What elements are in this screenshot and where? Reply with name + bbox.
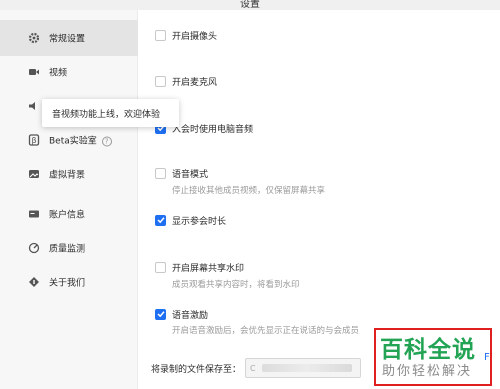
image-icon: [28, 168, 40, 180]
monitor-icon: [28, 242, 40, 254]
sidebar-item-quality-monitor[interactable]: 质量监测: [0, 230, 138, 266]
title-bar: 设置: [0, 0, 500, 10]
save-path-field[interactable]: C: [245, 358, 362, 378]
recording-save-location: 将录制的文件保存至： C: [151, 358, 362, 378]
checkmark-icon: [156, 311, 165, 318]
video-camera-icon: [28, 66, 40, 78]
info-icon: [28, 276, 40, 288]
window-title: 设置: [240, 0, 260, 10]
voice-mode-description: 停止接收其他成员视频，仅保留屏幕共享: [172, 186, 326, 196]
show-duration-checkbox[interactable]: [155, 214, 166, 226]
sidebar-item-video[interactable]: 视频: [0, 54, 138, 90]
option-share-watermark: 开启屏幕共享水印: [155, 260, 244, 274]
speaker-icon: [28, 100, 40, 112]
sidebar-item-account[interactable]: 账户信息: [0, 196, 138, 232]
sidebar-item-label: 质量监测: [49, 244, 86, 255]
edge-glyph: F: [484, 352, 490, 363]
voice-mode-checkbox[interactable]: [155, 167, 166, 179]
option-voice-excitation: 语音激励: [155, 307, 208, 321]
option-label: 开启摄像头: [172, 31, 218, 42]
watermark-title: 百科全说: [380, 337, 476, 363]
enable-camera-checkbox[interactable]: [155, 29, 166, 41]
new-feature-tooltip: 音视频功能上线，欢迎体验: [42, 99, 179, 127]
gear-icon: [28, 32, 40, 44]
share-watermark-checkbox[interactable]: [155, 261, 166, 273]
voice-excitation-description: 开启语音激励后，会优先显示正在说话的与会成员: [172, 326, 360, 336]
site-watermark: 百科全说 助你轻松解决: [370, 324, 498, 386]
option-enable-camera: 开启摄像头: [155, 28, 217, 42]
sidebar-item-label: 关于我们: [49, 278, 86, 289]
blurred-path: [261, 364, 352, 372]
option-show-duration: 显示参会时长: [155, 213, 226, 227]
share-watermark-description: 成员观看共享内容时，将看到水印: [172, 280, 300, 290]
sidebar-item-about[interactable]: 关于我们: [0, 264, 138, 300]
svg-text:β: β: [31, 136, 36, 145]
enable-microphone-checkbox[interactable]: [155, 75, 166, 87]
option-label: 语音模式: [172, 169, 209, 180]
option-voice-mode: 语音模式: [155, 166, 208, 180]
help-icon[interactable]: ?: [101, 136, 112, 146]
save-path-text: C: [250, 363, 256, 373]
sidebar-item-beta-lab[interactable]: β Beta实验室?: [0, 122, 138, 158]
option-label: 入会时使用电脑音频: [172, 124, 254, 135]
voice-excitation-checkbox[interactable]: [155, 308, 166, 320]
beta-icon: β: [28, 134, 40, 146]
sidebar-item-general[interactable]: 常规设置: [0, 20, 138, 56]
sidebar-item-label: 常规设置: [49, 34, 86, 45]
checkmark-icon: [156, 217, 165, 224]
sidebar-item-label: Beta实验室: [49, 136, 97, 147]
settings-sidebar: 常规设置 视频 音频 β Beta实验室? 虚拟背景 账户信息 质量监测: [0, 10, 138, 389]
option-label: 语音激励: [172, 310, 209, 321]
option-label: 显示参会时长: [172, 216, 227, 227]
option-enable-microphone: 开启麦克风: [155, 74, 217, 88]
sidebar-item-label: 账户信息: [49, 210, 86, 221]
watermark-subtitle: 助你轻松解决: [382, 364, 473, 379]
option-label: 开启麦克风: [172, 77, 218, 88]
save-location-label: 将录制的文件保存至：: [151, 364, 242, 375]
option-label: 开启屏幕共享水印: [172, 263, 245, 274]
sidebar-item-virtual-background[interactable]: 虚拟背景: [0, 156, 138, 192]
sidebar-item-label: 虚拟背景: [49, 170, 86, 181]
sidebar-item-label: 视频: [49, 68, 68, 79]
account-icon: [28, 208, 40, 220]
